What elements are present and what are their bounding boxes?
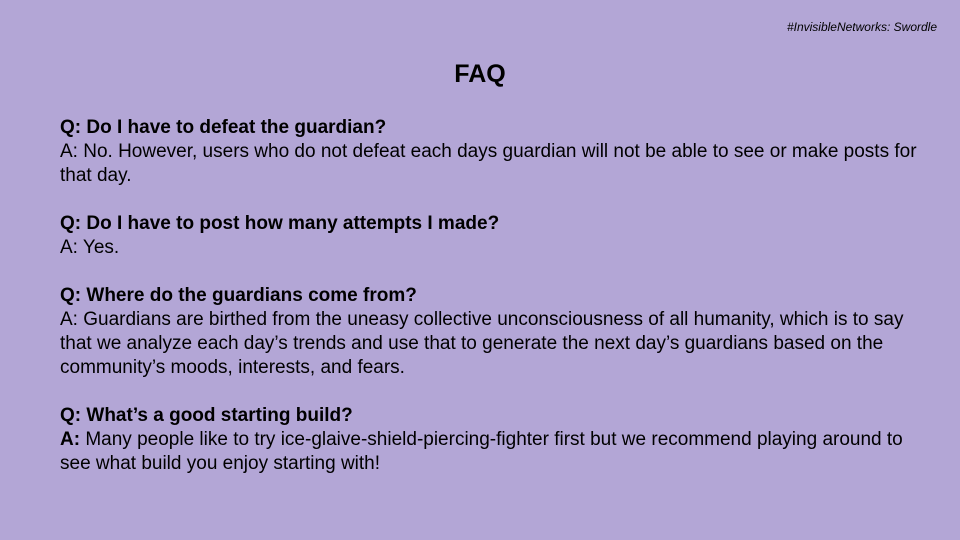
- faq-question: Q: Do I have to defeat the guardian?: [60, 117, 387, 138]
- slide-tag: #InvisibleNetworks: Swordle: [786, 20, 937, 34]
- faq-answer: A: Yes.: [60, 237, 120, 258]
- page-title: FAQ: [454, 60, 506, 88]
- faq-item: Q: Do I have to post how many attempts I…: [60, 212, 920, 260]
- faq-answer-prefix: A:: [60, 429, 81, 450]
- faq-item: Q: Do I have to defeat the guardian? A: …: [60, 116, 920, 188]
- faq-answer-text: Many people like to try ice-glaive-shiel…: [60, 429, 903, 474]
- faq-answer: A: No. However, users who do not defeat …: [60, 141, 917, 186]
- faq-question: Q: What’s a good starting build?: [60, 405, 353, 426]
- faq-question: Q: Do I have to post how many attempts I…: [60, 213, 500, 234]
- faq-answer: A: Guardians are birthed from the uneasy…: [60, 309, 904, 378]
- faq-list: Q: Do I have to defeat the guardian? A: …: [60, 116, 920, 500]
- faq-answer: A: Many people like to try ice-glaive-sh…: [60, 428, 920, 476]
- faq-item: Q: Where do the guardians come from? A: …: [60, 284, 920, 380]
- faq-question: Q: Where do the guardians come from?: [60, 285, 417, 306]
- faq-item: Q: What’s a good starting build? A: Many…: [60, 404, 920, 476]
